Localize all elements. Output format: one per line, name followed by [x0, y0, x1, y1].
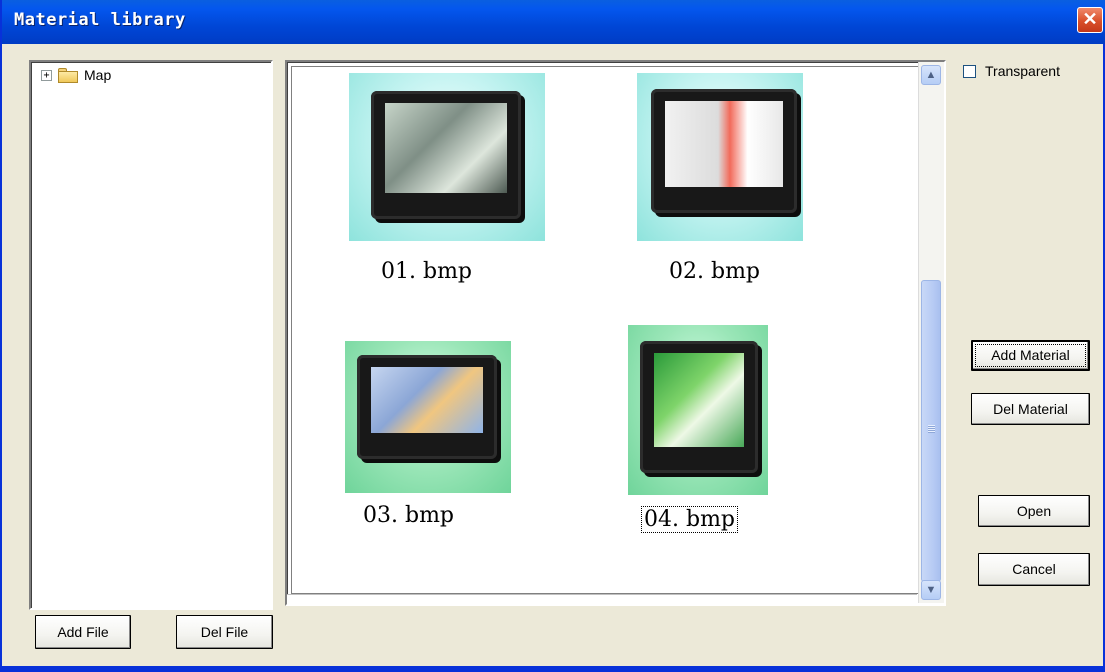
material-item-label: 02. bmp — [669, 259, 761, 284]
title-bar[interactable]: Material library ✕ — [2, 0, 1105, 44]
cancel-button[interactable]: Cancel — [978, 553, 1090, 586]
hmi-panel-image — [371, 91, 521, 219]
scroll-up-icon[interactable]: ▲ — [921, 65, 941, 85]
del-file-label: Del File — [200, 624, 249, 640]
material-library-dialog: Material library ✕ + Map 01. bmp 02. bmp… — [0, 0, 1105, 672]
add-file-label: Add File — [57, 624, 109, 640]
material-item-04[interactable]: 04. bmp — [626, 325, 846, 575]
gallery-viewport: 01. bmp 02. bmp 03. bmp 04. bmp — [291, 66, 923, 594]
window-bottom-border — [2, 666, 1105, 672]
add-material-button[interactable]: Add Material — [971, 340, 1090, 371]
del-file-button[interactable]: Del File — [176, 615, 273, 649]
window-title: Material library — [14, 10, 186, 30]
vertical-scrollbar[interactable]: ▲ ▼ — [918, 62, 944, 603]
material-thumbnail — [349, 73, 545, 241]
cancel-label: Cancel — [1012, 561, 1056, 577]
material-thumbnail — [628, 325, 768, 495]
expand-icon[interactable]: + — [41, 69, 52, 81]
material-item-label: 01. bmp — [381, 259, 473, 284]
open-button[interactable]: Open — [978, 495, 1090, 527]
scroll-down-icon[interactable]: ▼ — [921, 580, 941, 600]
folder-icon — [58, 67, 78, 83]
material-item-01[interactable]: 01. bmp — [347, 73, 567, 303]
transparent-label: Transparent — [985, 63, 1060, 79]
hmi-panel-image — [357, 355, 497, 459]
del-material-label: Del Material — [993, 401, 1068, 417]
material-thumbnail — [637, 73, 803, 241]
scrollbar-thumb[interactable] — [921, 280, 941, 582]
horizontal-scroll-edge — [287, 594, 917, 604]
material-gallery[interactable]: 01. bmp 02. bmp 03. bmp 04. bmp — [285, 60, 946, 606]
material-thumbnail — [345, 341, 511, 493]
material-item-label: 04. bmp — [640, 506, 739, 533]
del-material-button[interactable]: Del Material — [971, 393, 1090, 425]
material-item-03[interactable]: 03. bmp — [341, 335, 561, 575]
transparent-checkbox[interactable]: Transparent — [963, 63, 1060, 79]
add-file-button[interactable]: Add File — [35, 615, 131, 649]
open-label: Open — [1016, 503, 1052, 519]
checkbox-box[interactable] — [963, 64, 976, 78]
material-item-label: 03. bmp — [363, 503, 455, 528]
grip-icon — [928, 425, 935, 433]
tree-item-label: Map — [84, 67, 112, 83]
hmi-panel-image — [640, 341, 758, 473]
add-material-label: Add Material — [991, 347, 1070, 363]
folder-tree[interactable]: + Map — [29, 60, 273, 610]
hmi-panel-image — [651, 89, 797, 213]
material-item-02[interactable]: 02. bmp — [635, 73, 855, 303]
tree-item-map[interactable]: + Map — [41, 67, 111, 83]
close-button[interactable]: ✕ — [1077, 7, 1103, 33]
